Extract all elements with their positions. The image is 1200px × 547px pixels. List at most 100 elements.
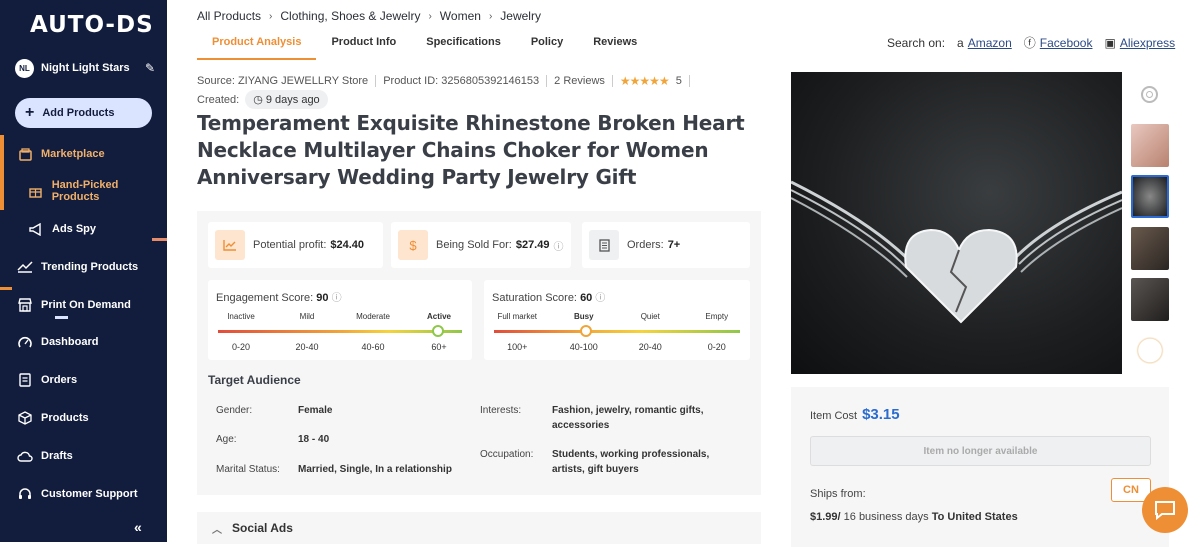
product-title: Temperament Exquisite Rhinestone Broken …	[197, 111, 745, 189]
box-icon	[17, 410, 33, 426]
divider	[375, 75, 377, 87]
range-label: 0-20	[231, 342, 250, 352]
occupation-value: Students, working professionals, artists…	[552, 449, 710, 475]
ships-from-label: Ships from:	[810, 488, 866, 500]
breadcrumb-item[interactable]: All Products	[197, 9, 261, 23]
sidebar-item-label: Orders	[41, 374, 78, 386]
profit-value: $24.40	[330, 239, 365, 251]
clock-icon: ◷	[253, 94, 266, 106]
info-icon[interactable]: ⓘ	[332, 293, 342, 304]
marital-label: Marital Status:	[216, 464, 280, 475]
saturation-knob	[580, 325, 593, 337]
range-label: 60+	[431, 342, 447, 352]
chat-button[interactable]	[1142, 487, 1188, 533]
thumbnail[interactable]	[1131, 329, 1169, 372]
product-main-image[interactable]	[791, 72, 1122, 374]
breadcrumb-item[interactable]: Women	[440, 9, 481, 23]
thumbnail[interactable]	[1131, 278, 1169, 321]
sold-label: Being Sold For:	[436, 239, 512, 251]
sidebar-item-trending[interactable]: Trending Products	[0, 252, 167, 282]
thumbnail[interactable]	[1131, 124, 1169, 167]
chevron-right-icon: ›	[488, 10, 493, 22]
sidebar-item-drafts[interactable]: Drafts	[0, 441, 167, 471]
range-label: 100+	[507, 342, 528, 352]
range-label: 20-40	[295, 342, 319, 352]
item-cost-value: $3.15	[862, 406, 900, 423]
rating-stars: ★★★★★	[619, 74, 670, 88]
sidebar-item-label: Trending Products	[41, 261, 139, 273]
search-on-bar: Search on: a Amazon ⓕ Facebook ▣ Aliexpr…	[887, 34, 1175, 51]
level-label: Busy	[573, 312, 594, 321]
target-audience-title: Target Audience	[208, 373, 301, 387]
cloud-upload-icon	[17, 448, 33, 464]
analysis-panel: Potential profit: $24.40 $ Being Sold Fo…	[197, 211, 761, 495]
app-logo[interactable]: AUTO-DS	[30, 12, 154, 38]
tab-policy[interactable]: Policy	[516, 29, 578, 60]
unavailable-button[interactable]: Item no longer available	[810, 436, 1151, 466]
facebook-icon: ⓕ	[1023, 36, 1036, 50]
engagement-label: Engagement Score:	[216, 292, 314, 304]
info-icon[interactable]: ⓘ	[553, 238, 563, 253]
breadcrumb-item[interactable]: Clothing, Shoes & Jewelry	[280, 9, 420, 23]
decorative-dash	[152, 238, 167, 241]
item-cost: Item Cost $3.15	[810, 406, 900, 423]
engagement-ranges: 0-20 20-40 40-60 60+	[208, 342, 472, 352]
thumbnail[interactable]	[1131, 227, 1169, 270]
receipt-icon	[589, 230, 619, 260]
level-label: Quiet	[640, 312, 660, 321]
sold-value: $27.49	[515, 239, 550, 251]
level-label: Moderate	[356, 312, 390, 321]
sidebar-item-hand-picked[interactable]: Hand-Picked Products	[0, 172, 167, 210]
engagement-value: 90	[316, 292, 329, 304]
range-label: 20-40	[638, 342, 662, 352]
sidebar-item-marketplace[interactable]: Marketplace	[0, 135, 167, 173]
range-label: 40-60	[361, 342, 385, 352]
sidebar-item-label: Marketplace	[41, 148, 105, 160]
sidebar-item-products[interactable]: Products	[0, 403, 167, 433]
info-icon[interactable]: ⓘ	[595, 293, 605, 304]
sidebar: AUTO-DS NL Night Light Stars ✎ + Add Pro…	[0, 0, 167, 542]
print-shop-icon	[17, 297, 33, 313]
edit-icon[interactable]: ✎	[145, 61, 155, 75]
product-id: Product ID: 3256805392146153	[383, 75, 540, 87]
saturation-ranges: 100+ 40-100 20-40 0-20	[484, 342, 750, 352]
collapse-sidebar-icon[interactable]: «	[134, 519, 142, 535]
tab-product-info[interactable]: Product Info	[316, 29, 411, 60]
sidebar-item-label: Products	[41, 412, 89, 424]
aliexpress-link[interactable]: Aliexpress	[1120, 36, 1175, 50]
dollar-icon: $	[398, 230, 428, 260]
tab-specifications[interactable]: Specifications	[411, 29, 516, 60]
saturation-header: Saturation Score: 60 ⓘ	[492, 289, 605, 304]
range-label: 40-100	[569, 342, 598, 352]
source-store[interactable]: Source: ZIYANG JEWELLRY Store	[197, 75, 368, 87]
saturation-label: Saturation Score:	[492, 292, 577, 304]
avatar: NL	[15, 58, 34, 78]
level-label: Full market	[497, 312, 538, 321]
review-count[interactable]: 2 Reviews	[554, 75, 605, 87]
sidebar-item-customer-support[interactable]: Customer Support	[0, 479, 167, 509]
being-sold-for-card: $ Being Sold For: $27.49 ⓘ	[391, 222, 571, 268]
orders-card: Orders: 7+	[582, 222, 750, 268]
rotate-360-icon[interactable]	[1141, 86, 1158, 103]
tab-reviews[interactable]: Reviews	[578, 29, 652, 60]
chevron-up-icon: ︿	[212, 524, 222, 536]
sidebar-item-orders[interactable]: Orders	[0, 365, 167, 395]
facebook-link[interactable]: Facebook	[1040, 36, 1093, 50]
add-products-button[interactable]: + Add Products	[15, 98, 152, 128]
decorative-dash	[0, 287, 12, 290]
sidebar-item-print-on-demand[interactable]: Print On Demand	[0, 290, 167, 320]
user-profile[interactable]: NL Night Light Stars ✎	[15, 58, 155, 78]
tab-product-analysis[interactable]: Product Analysis	[197, 29, 317, 60]
interests-value: Fashion, jewelry, romantic gifts, access…	[552, 405, 704, 431]
amazon-link[interactable]: Amazon	[968, 36, 1012, 50]
breadcrumb-item[interactable]: Jewelry	[500, 9, 541, 23]
sidebar-item-dashboard[interactable]: Dashboard	[0, 327, 167, 357]
social-ads-accordion[interactable]: ︿ Social Ads	[197, 512, 761, 544]
shipping-destination: To United States	[931, 511, 1018, 523]
purchase-panel: Item Cost $3.15 Item no longer available…	[791, 387, 1169, 547]
sidebar-item-ads-spy[interactable]: Ads Spy	[0, 214, 167, 244]
sidebar-item-label: Customer Support	[41, 488, 138, 500]
thumbnail[interactable]	[1131, 175, 1169, 218]
level-label: Empty	[705, 312, 729, 321]
chevron-right-icon: ›	[269, 10, 273, 22]
